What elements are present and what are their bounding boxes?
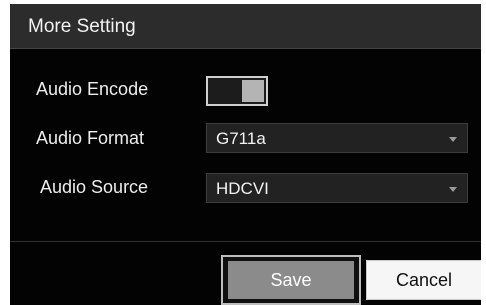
audio-format-label: Audio Format bbox=[36, 128, 145, 148]
more-setting-dialog: More Setting Audio Encode Audio Format G… bbox=[10, 4, 481, 305]
save-button-focus-frame: Save bbox=[221, 255, 361, 305]
audio-source-label: Audio Source bbox=[40, 177, 149, 197]
cancel-button[interactable]: Cancel bbox=[366, 260, 481, 300]
save-button[interactable]: Save bbox=[228, 261, 354, 299]
dialog-title: More Setting bbox=[28, 16, 136, 37]
audio-format-value: G711a bbox=[216, 129, 266, 148]
dialog-title-bar[interactable]: More Setting bbox=[10, 4, 481, 49]
footer-divider bbox=[10, 241, 481, 242]
audio-source-value: HDCVI bbox=[216, 179, 269, 198]
toggle-knob bbox=[242, 80, 264, 102]
chevron-down-icon bbox=[449, 137, 457, 142]
audio-format-select[interactable]: G711a bbox=[206, 123, 468, 153]
audio-source-select[interactable]: HDCVI bbox=[206, 173, 468, 203]
chevron-down-icon bbox=[449, 187, 457, 192]
audio-encode-toggle[interactable] bbox=[206, 76, 268, 106]
audio-encode-label: Audio Encode bbox=[36, 79, 149, 99]
